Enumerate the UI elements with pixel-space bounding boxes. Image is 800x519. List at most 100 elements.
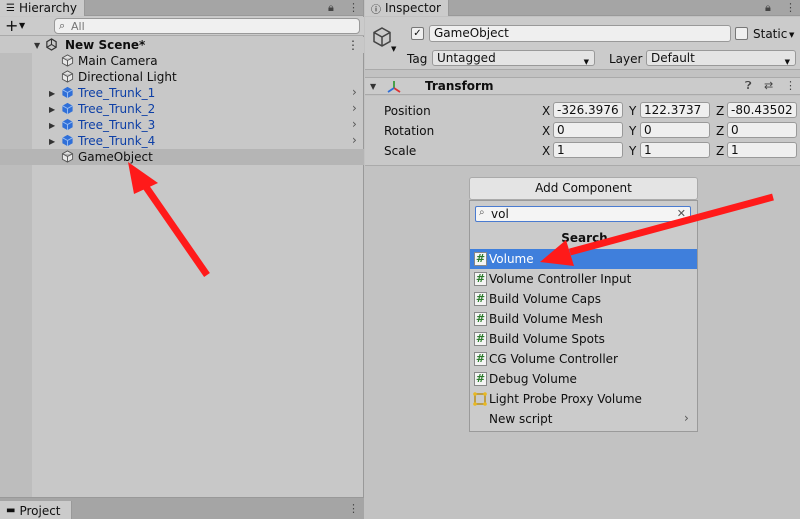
fold-arrow-icon[interactable]: ▶ <box>49 89 55 98</box>
hierarchy-item-tree-trunk-4[interactable]: ▶ Tree_Trunk_4 › <box>0 133 364 149</box>
hierarchy-item-label: GameObject <box>78 150 153 164</box>
component-item-volume-controller-input[interactable]: # Volume Controller Input <box>470 269 697 289</box>
position-x-field[interactable]: -326.3976 <box>553 102 623 118</box>
axis-x-label[interactable]: X <box>542 144 550 158</box>
axis-z-label[interactable]: Z <box>716 124 724 138</box>
script-hash-icon: # <box>474 332 487 346</box>
position-y-field[interactable]: 122.3737 <box>640 102 710 118</box>
kebab-menu-icon[interactable]: ⋮ <box>347 38 359 52</box>
fold-arrow-icon[interactable]: ▶ <box>49 137 55 146</box>
active-checkbox[interactable]: ✓ <box>411 27 424 40</box>
transform-axes-icon <box>387 81 401 93</box>
lock-icon[interactable]: 🔒︎ <box>328 1 340 15</box>
component-item-build-volume-spots[interactable]: # Build Volume Spots <box>470 329 697 349</box>
chevron-right-icon[interactable]: › <box>352 133 357 147</box>
scale-x-field[interactable]: 1 <box>553 142 623 158</box>
axis-y-label[interactable]: Y <box>629 144 636 158</box>
chevron-right-icon[interactable]: › <box>352 85 357 99</box>
hierarchy-item-tree-trunk-1[interactable]: ▶ Tree_Trunk_1 › <box>0 85 364 101</box>
component-item-build-volume-mesh[interactable]: # Build Volume Mesh <box>470 309 697 329</box>
chevron-right-icon: › <box>684 411 689 425</box>
chevron-right-icon[interactable]: › <box>352 101 357 115</box>
object-name-field[interactable]: GameObject <box>429 25 731 42</box>
transform-header[interactable]: ▼ Transform ❓︎ ⇄ ⋮ <box>365 77 800 95</box>
rotation-y-field[interactable]: 0 <box>640 122 710 138</box>
plus-icon[interactable]: + <box>5 16 18 35</box>
component-item-light-probe-proxy-volume[interactable]: Light Probe Proxy Volume <box>470 389 697 409</box>
folder-icon: ▬ <box>6 505 16 516</box>
kebab-menu-icon[interactable]: ⋮ <box>348 1 365 14</box>
axis-y-label[interactable]: Y <box>629 124 636 138</box>
gameobject-cube-icon <box>61 54 74 67</box>
tab-project[interactable]: ▬ Project <box>0 501 72 519</box>
kebab-menu-icon[interactable]: ⋮ <box>785 79 796 92</box>
component-item-debug-volume[interactable]: # Debug Volume <box>470 369 697 389</box>
tab-inspector[interactable]: ⓘ Inspector <box>365 0 449 16</box>
scene-row[interactable]: ▼ New Scene* ⋮ <box>0 37 364 53</box>
gameobject-cube-icon <box>61 150 74 163</box>
hierarchy-toolbar: + ▼ ⌕ <box>0 16 364 36</box>
info-icon: ⓘ <box>371 4 381 16</box>
transform-row-label: Scale <box>384 144 417 158</box>
lock-icon[interactable]: 🔒︎ <box>765 1 777 15</box>
fold-arrow-icon[interactable]: ▶ <box>49 105 55 114</box>
kebab-menu-icon[interactable]: ⋮ <box>348 502 365 515</box>
hierarchy-search-input[interactable] <box>71 19 351 33</box>
axis-y-label[interactable]: Y <box>629 104 636 118</box>
chevron-down-icon[interactable]: ▼ <box>789 31 794 39</box>
component-search-field[interactable]: ⌕ vol ✕ <box>475 206 691 222</box>
chevron-right-icon[interactable]: › <box>352 117 357 131</box>
tag-dropdown[interactable]: Untagged ▼ <box>432 50 595 66</box>
preset-sliders-icon[interactable]: ⇄ <box>764 79 773 92</box>
transform-body: Position X -326.3976 Y 122.3737 Z -80.43… <box>365 96 800 166</box>
script-hash-icon: # <box>474 272 487 286</box>
tab-hierarchy[interactable]: ☰ Hierarchy <box>0 0 85 16</box>
add-component-button[interactable]: Add Component <box>469 177 698 200</box>
kebab-menu-icon[interactable]: ⋮ <box>785 1 800 14</box>
clear-icon[interactable]: ✕ <box>677 207 686 220</box>
axis-x-label[interactable]: X <box>542 104 550 118</box>
axis-z-label[interactable]: Z <box>716 144 724 158</box>
component-item-cg-volume-controller[interactable]: # CG Volume Controller <box>470 349 697 369</box>
position-z-field[interactable]: -80.43502 <box>727 102 797 118</box>
component-item-new-script[interactable]: New script › <box>470 409 697 429</box>
script-hash-icon: # <box>474 252 487 266</box>
static-label: Static <box>753 27 788 41</box>
hierarchy-item-main-camera[interactable]: Main Camera <box>0 53 364 69</box>
add-component-popup: ⌕ vol ✕ Search # Volume # Volume Control… <box>469 200 698 432</box>
component-item-volume[interactable]: # Volume <box>470 249 697 269</box>
hierarchy-item-tree-trunk-2[interactable]: ▶ Tree_Trunk_2 › <box>0 101 364 117</box>
search-section-title: Search <box>561 231 608 245</box>
component-search-value: vol <box>491 207 509 221</box>
scale-z-field[interactable]: 1 <box>727 142 797 158</box>
chevron-down-icon: ▼ <box>784 58 790 66</box>
light-probe-icon <box>473 392 487 406</box>
scale-y-field[interactable]: 1 <box>640 142 710 158</box>
prefab-cube-icon <box>62 102 73 115</box>
fold-arrow-icon[interactable]: ▼ <box>370 82 376 91</box>
axis-z-label[interactable]: Z <box>716 104 724 118</box>
transform-row-position: Position X -326.3976 Y 122.3737 Z -80.43… <box>365 101 800 119</box>
hierarchy-item-label: Tree_Trunk_2 <box>78 102 156 116</box>
axis-x-label[interactable]: X <box>542 124 550 138</box>
hierarchy-tabbar: ☰ Hierarchy 🔒︎ ⋮ <box>0 0 363 16</box>
script-hash-icon: # <box>474 352 487 366</box>
chevron-down-icon[interactable]: ▼ <box>19 21 25 30</box>
layer-dropdown[interactable]: Default ▼ <box>646 50 796 66</box>
hierarchy-item-tree-trunk-3[interactable]: ▶ Tree_Trunk_3 › <box>0 117 364 133</box>
fold-arrow-icon[interactable]: ▶ <box>49 121 55 130</box>
rotation-z-field[interactable]: 0 <box>727 122 797 138</box>
transform-title: Transform <box>425 79 494 93</box>
help-icon[interactable]: ❓︎ <box>745 79 752 93</box>
static-checkbox[interactable] <box>735 27 748 40</box>
component-item-build-volume-caps[interactable]: # Build Volume Caps <box>470 289 697 309</box>
rotation-x-field[interactable]: 0 <box>553 122 623 138</box>
chevron-down-icon[interactable]: ▼ <box>391 45 396 53</box>
hierarchy-search-box[interactable]: ⌕ <box>54 18 360 34</box>
hierarchy-item-directional-light[interactable]: Directional Light <box>0 69 364 85</box>
search-icon: ⌕ <box>59 19 66 32</box>
fold-arrow-icon[interactable]: ▼ <box>34 41 40 50</box>
hierarchy-item-gameobject[interactable]: GameObject <box>0 149 364 165</box>
script-hash-icon: # <box>474 372 487 386</box>
project-tabbar: ▬ Project ⋮ <box>0 497 364 519</box>
